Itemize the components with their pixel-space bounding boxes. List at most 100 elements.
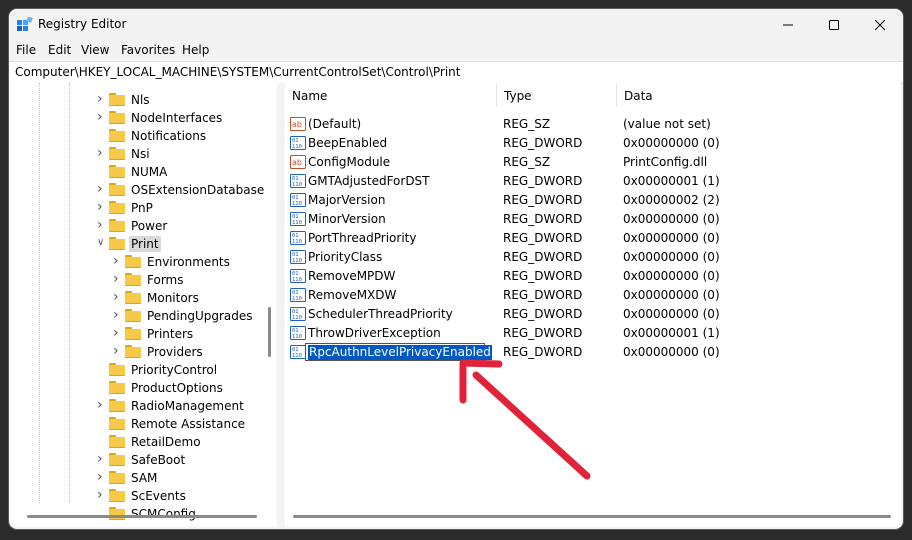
values-horizontal-scrollbar[interactable] [293, 515, 891, 518]
folder-icon [109, 471, 125, 484]
tree-item-osextensiondatabase[interactable]: › OSExtensionDatabase [9, 181, 269, 199]
tree-item-remote-assistance[interactable]: Remote Assistance [9, 415, 269, 433]
rename-value-input[interactable]: RpcAuthnLevelPrivacyEnabled [305, 343, 492, 361]
tree-item-numa[interactable]: NUMA [9, 163, 269, 181]
folder-icon [109, 219, 125, 232]
folder-icon [109, 111, 125, 124]
tree-item-safeboot[interactable]: › SafeBoot [9, 451, 269, 469]
tree-item-nsi[interactable]: › Nsi [9, 145, 269, 163]
tree-item-pendingupgrades[interactable]: › PendingUpgrades [9, 307, 269, 325]
tree-item-label: NUMA [131, 165, 168, 179]
close-button[interactable] [857, 9, 903, 41]
tree-item-notifications[interactable]: Notifications [9, 127, 269, 145]
value-type: REG_DWORD [503, 193, 583, 207]
svg-text:ab: ab [292, 158, 302, 167]
tree-item-sam[interactable]: › SAM [9, 469, 269, 487]
tree-item-power[interactable]: › Power [9, 217, 269, 235]
value-type: REG_DWORD [503, 136, 583, 150]
tree-item-environments[interactable]: › Environments [9, 253, 269, 271]
key-tree-pane[interactable]: › Nls › NodeInterfaces Notifications › Nsi NUMA… [9, 83, 277, 527]
folder-icon [109, 381, 125, 394]
chevron-right-icon[interactable]: › [97, 92, 107, 106]
value-data: 0x00000000 (0) [623, 136, 720, 150]
tree-item-label: SCMConfig [131, 507, 196, 521]
column-header-data[interactable]: Data [617, 83, 901, 107]
menu-view[interactable]: View [81, 43, 109, 57]
menu-help[interactable]: Help [182, 43, 209, 57]
value-row[interactable]: 01 110 RemoveMXDW REG_DWORD 0x00000000 (0) [285, 286, 901, 305]
chevron-right-icon[interactable]: › [97, 146, 107, 160]
svg-text:110: 110 [292, 258, 302, 264]
value-row[interactable]: 01 110 PriorityClass REG_DWORD 0x00000000 (0… [285, 248, 901, 267]
value-row[interactable]: 01 110 RpcAuthnLevelPrivacyEnabled REG_DWOR… [285, 343, 901, 362]
folder-icon [109, 147, 125, 160]
tree-item-productoptions[interactable]: ProductOptions [9, 379, 269, 397]
tree-horizontal-scrollbar[interactable] [27, 515, 257, 518]
menu-edit[interactable]: Edit [48, 43, 71, 57]
value-type: REG_DWORD [503, 250, 583, 264]
chevron-right-icon[interactable]: › [113, 326, 123, 340]
value-name: MajorVersion [308, 193, 386, 207]
chevron-down-icon[interactable]: ∨ [97, 238, 107, 248]
value-row[interactable]: 01 110 SchedulerThreadPriority REG_DWORD 0x0… [285, 305, 901, 324]
tree-item-prioritycontrol[interactable]: PriorityControl [9, 361, 269, 379]
tree-item-label: SAM [131, 471, 158, 485]
chevron-right-icon[interactable]: › [113, 290, 123, 304]
value-row[interactable]: 01 110 RemoveMPDW REG_DWORD 0x00000000 (0) [285, 267, 901, 286]
chevron-right-icon[interactable]: › [113, 308, 123, 322]
tree-item-forms[interactable]: › Forms [9, 271, 269, 289]
folder-icon [109, 417, 125, 430]
rename-value-text: RpcAuthnLevelPrivacyEnabled [308, 345, 492, 360]
chevron-right-icon[interactable]: › [113, 272, 123, 286]
tree-item-pnp[interactable]: › PnP [9, 199, 269, 217]
address-bar[interactable]: Computer\HKEY_LOCAL_MACHINE\SYSTEM\Curre… [9, 61, 903, 84]
menu-file[interactable]: File [16, 43, 36, 57]
tree-item-label: Forms [147, 273, 184, 287]
values-list-pane[interactable]: Name Type Data ab (Default) REG_SZ (value n… [285, 83, 901, 527]
tree-item-nodeinterfaces[interactable]: › NodeInterfaces [9, 109, 269, 127]
value-row[interactable]: ab ConfigModule REG_SZ PrintConfig.dll [285, 153, 901, 172]
value-row[interactable]: 01 110 BeepEnabled REG_DWORD 0x00000000 (0) [285, 134, 901, 153]
menu-favorites[interactable]: Favorites [121, 43, 175, 57]
value-data: 0x00000000 (0) [623, 231, 720, 245]
tree-item-printers[interactable]: › Printers [9, 325, 269, 343]
tree-item-label: Power [131, 219, 168, 233]
value-row[interactable]: 01 110 MinorVersion REG_DWORD 0x00000000 (0) [285, 210, 901, 229]
tree-item-providers[interactable]: › Providers [9, 343, 269, 361]
registry-editor-icon [17, 17, 33, 31]
tree-item-monitors[interactable]: › Monitors [9, 289, 269, 307]
chevron-right-icon[interactable]: › [97, 398, 107, 412]
svg-text:110: 110 [292, 220, 302, 226]
maximize-button[interactable] [811, 9, 857, 41]
value-type: REG_SZ [503, 155, 551, 169]
tree-item-scevents[interactable]: › ScEvents [9, 487, 269, 505]
chevron-right-icon[interactable]: › [97, 200, 107, 214]
tree-item-nls[interactable]: › Nls [9, 91, 269, 109]
tree-vertical-scrollbar[interactable] [268, 307, 271, 357]
tree-item-print[interactable]: ∨ Print [9, 235, 269, 253]
chevron-right-icon[interactable]: › [113, 254, 123, 268]
chevron-right-icon[interactable]: › [97, 488, 107, 502]
chevron-right-icon[interactable]: › [97, 218, 107, 232]
column-header-name[interactable]: Name [285, 83, 497, 107]
tree-item-radiomanagement[interactable]: › RadioManagement [9, 397, 269, 415]
value-row[interactable]: 01 110 PortThreadPriority REG_DWORD 0x000000… [285, 229, 901, 248]
column-header-type[interactable]: Type [497, 83, 617, 107]
chevron-right-icon[interactable]: › [97, 470, 107, 484]
minimize-button[interactable] [765, 9, 811, 41]
value-row[interactable]: ab (Default) REG_SZ (value not set) [285, 115, 901, 134]
svg-text:110: 110 [292, 334, 302, 340]
tree-item-label: PnP [131, 201, 153, 215]
chevron-right-icon[interactable]: › [97, 452, 107, 466]
chevron-right-icon[interactable]: › [97, 182, 107, 196]
tree-item-retaildemo[interactable]: RetailDemo [9, 433, 269, 451]
value-name: PriorityClass [308, 250, 383, 264]
chevron-right-icon[interactable]: › [113, 344, 123, 358]
value-name: BeepEnabled [308, 136, 388, 150]
value-row[interactable]: 01 110 MajorVersion REG_DWORD 0x00000002 (2) [285, 191, 901, 210]
chevron-right-icon[interactable]: › [97, 110, 107, 124]
value-row[interactable]: 01 110 ThrowDriverException REG_DWORD 0x0000… [285, 324, 901, 343]
tree-item-scmconfig[interactable]: SCMConfig [9, 505, 269, 523]
value-row[interactable]: 01 110 GMTAdjustedForDST REG_DWORD 0x0000000… [285, 172, 901, 191]
pane-splitter[interactable] [277, 83, 285, 527]
